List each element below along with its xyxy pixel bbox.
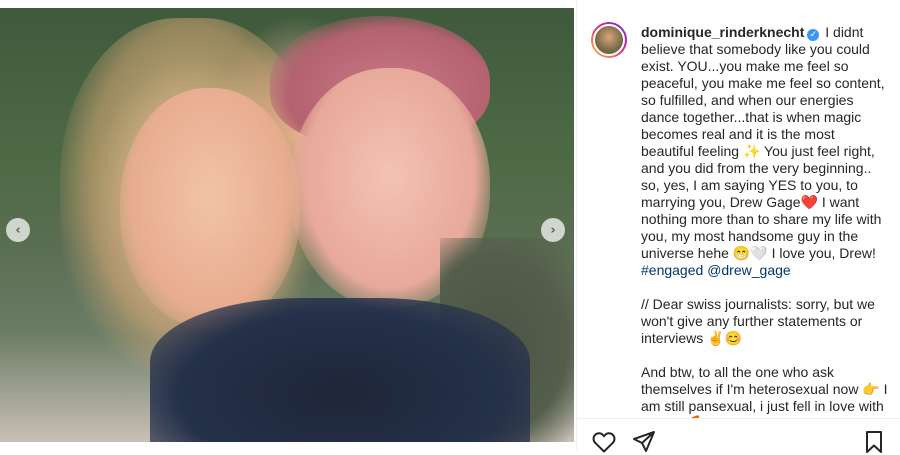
avatar[interactable]	[591, 22, 627, 58]
save-bookmark-icon[interactable]	[861, 429, 887, 455]
like-heart-icon[interactable]	[591, 429, 617, 455]
share-paper-plane-icon[interactable]	[631, 429, 657, 455]
hashtag-link[interactable]: #engaged	[641, 262, 703, 278]
caption-paragraph-2: // Dear swiss journalists: sorry, but we…	[641, 296, 879, 346]
carousel-next-button[interactable]: ›	[541, 218, 565, 242]
avatar-image	[593, 24, 625, 56]
username-link[interactable]: dominique_rinderknecht	[641, 24, 804, 40]
mention-link[interactable]: @drew_gage	[707, 262, 791, 278]
photo-woman-sweater	[150, 298, 530, 442]
action-bar	[577, 418, 900, 453]
carousel-prev-button[interactable]: ‹	[6, 218, 30, 242]
caption-scroll-area[interactable]: dominique_rinderknecht ✓ I didnt believe …	[577, 0, 900, 418]
photo-woman-face	[120, 88, 300, 328]
post-photo: ‹ ›	[0, 8, 574, 442]
chevron-right-icon: ›	[550, 222, 556, 238]
chevron-left-icon: ‹	[15, 222, 21, 238]
post-side-panel: dominique_rinderknecht ✓ I didnt believe …	[576, 0, 900, 453]
verified-badge-icon: ✓	[807, 29, 820, 41]
post-caption: dominique_rinderknecht ✓ I didnt believe …	[641, 24, 891, 418]
caption-text: I didnt believe that somebody like you c…	[641, 24, 889, 261]
caption-paragraph-3: And btw, to all the one who ask themselv…	[641, 364, 888, 418]
